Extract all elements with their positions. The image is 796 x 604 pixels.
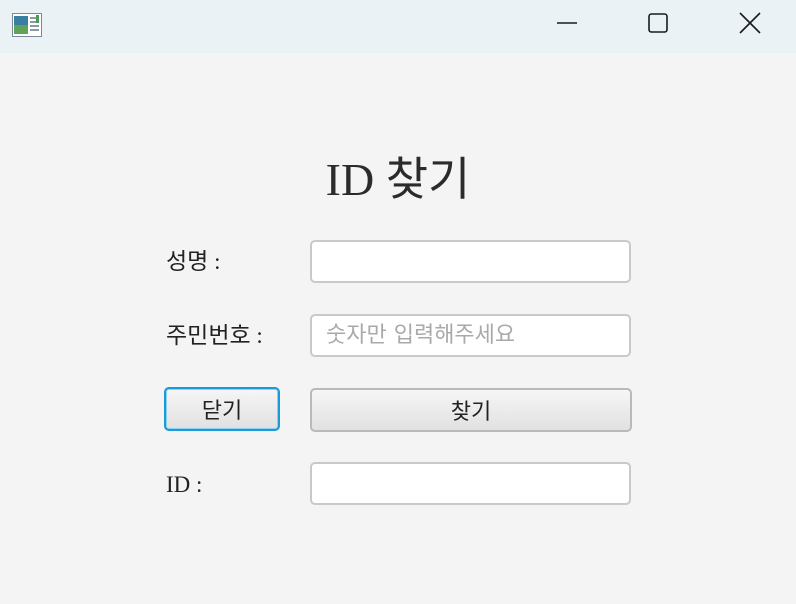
- maximize-icon: [647, 12, 669, 38]
- rrn-input[interactable]: [310, 314, 631, 357]
- id-label: ID :: [166, 472, 203, 497]
- name-label: 성명 :: [166, 249, 221, 274]
- rrn-label: 주민번호 :: [166, 323, 263, 348]
- find-button[interactable]: 찾기: [310, 388, 632, 432]
- minimize-icon: [556, 12, 578, 38]
- name-input[interactable]: [310, 240, 631, 283]
- close-button[interactable]: 닫기: [164, 387, 280, 431]
- maximize-button[interactable]: [635, 0, 681, 50]
- app-icon: [12, 13, 42, 37]
- close-window-button[interactable]: [727, 0, 773, 50]
- close-icon: [739, 12, 761, 38]
- page-title: ID 찾기: [325, 154, 471, 205]
- minimize-button[interactable]: [544, 0, 590, 50]
- id-find-window: ID 찾기 성명 : 주민번호 : 닫기 찾기 ID :: [0, 0, 796, 604]
- title-bar[interactable]: [0, 0, 796, 53]
- id-result-field[interactable]: [310, 462, 631, 505]
